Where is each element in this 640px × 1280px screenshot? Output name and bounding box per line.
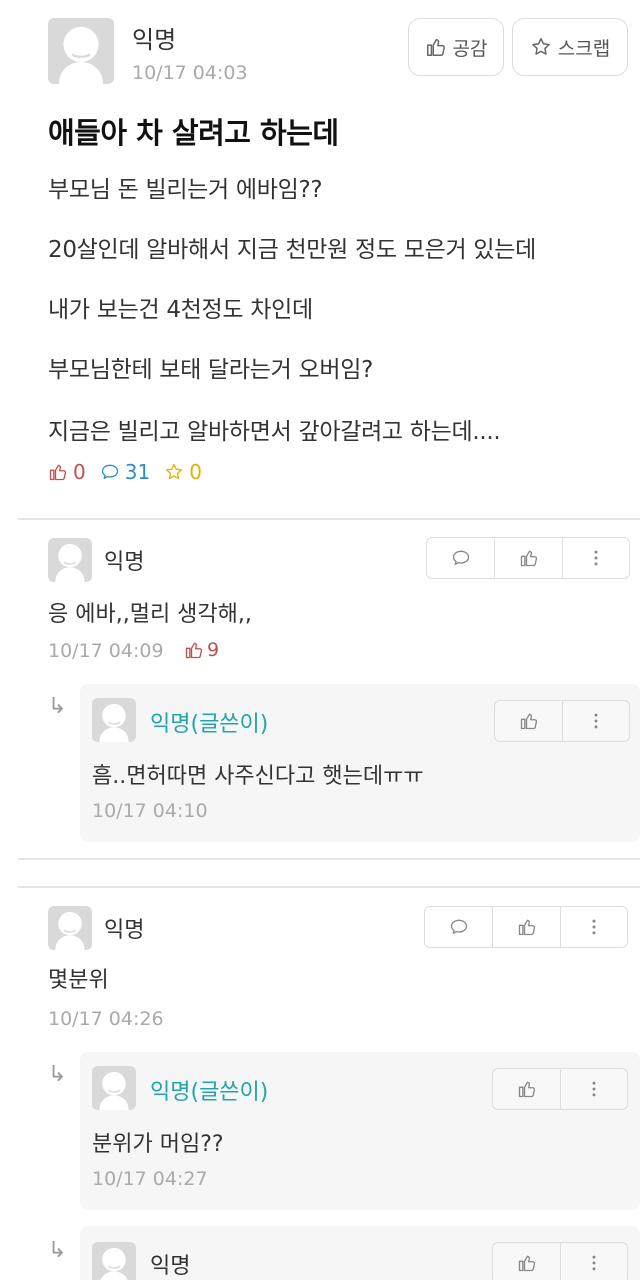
comment-actions	[492, 1068, 628, 1110]
comment-date: 10/17 04:26	[48, 1008, 164, 1030]
comment-date: 10/17 04:10	[92, 800, 208, 822]
anonymous-avatar-icon	[48, 18, 114, 84]
anonymous-avatar-icon	[92, 698, 136, 742]
anonymous-avatar-icon	[48, 538, 92, 582]
more-vertical-icon	[586, 711, 606, 731]
divider	[18, 518, 640, 520]
comment-author: 익명	[104, 918, 145, 943]
avatar	[48, 18, 114, 84]
thumbs-up-icon	[519, 548, 539, 568]
thumbs-up-icon	[517, 917, 537, 937]
comment-like-button[interactable]	[493, 1243, 560, 1280]
post-body-line: 부모님한테 보태 달라는거 오버임?	[48, 357, 373, 383]
speech-bubble-icon	[451, 548, 471, 568]
scrap-count-value: 0	[189, 460, 202, 484]
avatar	[92, 1066, 136, 1110]
avatar	[48, 906, 92, 950]
like-count-value: 0	[73, 460, 86, 484]
reply-button[interactable]	[427, 538, 494, 578]
comment-like-button[interactable]	[492, 907, 559, 947]
scrap-button-label: 스크랩	[557, 37, 611, 60]
post-author: 익명	[132, 26, 177, 54]
comment-date: 10/17 04:09	[48, 640, 164, 662]
comment-text: 분위가 머임??	[92, 1132, 224, 1157]
divider	[18, 886, 640, 888]
more-vertical-icon	[584, 1079, 604, 1099]
reply-button[interactable]	[425, 907, 492, 947]
avatar	[92, 1242, 136, 1280]
comment-author: 익명	[150, 1254, 191, 1279]
comment-like-button[interactable]	[493, 1069, 560, 1109]
speech-bubble-icon	[100, 462, 120, 482]
star-icon	[164, 462, 184, 482]
more-button[interactable]	[559, 907, 627, 947]
post-stats: 0 31 0	[48, 460, 202, 484]
post-body-line: 20살인데 알바해서 지금 천만원 정도 모은거 있는데	[48, 237, 536, 263]
comment-like-count: 9	[184, 639, 219, 661]
more-button[interactable]	[560, 1069, 627, 1109]
like-button-label: 공감	[452, 37, 488, 60]
comment-actions	[492, 1242, 628, 1280]
speech-bubble-icon	[449, 917, 469, 937]
comment-text: 몇분위	[48, 968, 109, 993]
more-button[interactable]	[562, 701, 629, 741]
thumbs-up-icon	[517, 1253, 537, 1273]
comment-actions	[426, 537, 630, 579]
anonymous-avatar-icon	[48, 906, 92, 950]
post-body-line: 부모님 돈 빌리는거 에바임??	[48, 177, 323, 203]
more-vertical-icon	[584, 1253, 604, 1273]
more-vertical-icon	[584, 917, 604, 937]
thumbs-up-icon	[519, 711, 539, 731]
thumbs-up-icon	[425, 36, 447, 58]
comment-author: 익명	[104, 550, 145, 575]
post-date: 10/17 04:03	[132, 62, 248, 84]
thumbs-up-icon	[517, 1079, 537, 1099]
comment-actions	[424, 906, 628, 948]
comment-count: 31	[100, 460, 150, 484]
comment-like-button[interactable]	[494, 538, 561, 578]
like-button[interactable]: 공감	[408, 18, 504, 76]
avatar	[92, 698, 136, 742]
reply: 익명(글쓴이) 분위가 머임?? 10/17 04:27	[80, 1052, 640, 1210]
comment-actions	[494, 700, 630, 742]
star-icon	[530, 36, 552, 58]
anonymous-avatar-icon	[92, 1066, 136, 1110]
comment-like-value: 9	[207, 639, 220, 661]
anonymous-avatar-icon	[92, 1242, 136, 1280]
comment-author-writer: 익명(글쓴이)	[150, 1080, 269, 1105]
post-body-line: 내가 보는건 4천정도 차인데	[48, 297, 313, 323]
post-body-line: 지금은 빌리고 알바하면서 갚아갈려고 하는데....	[48, 419, 501, 445]
comment-author-writer: 익명(글쓴이)	[150, 712, 269, 737]
comment-text: 응 에바,,멀리 생각해,,	[48, 602, 252, 627]
reply: 익명(글쓴이) 흠..면허따면 사주신다고 햇는데ㅠㅠ 10/17 04:10	[80, 684, 640, 842]
comment-like-button[interactable]	[495, 701, 562, 741]
reply-arrow-icon: ↳	[48, 1062, 67, 1087]
reply-arrow-icon: ↳	[48, 1238, 67, 1263]
divider	[18, 858, 640, 860]
thumbs-up-icon	[184, 640, 204, 660]
post-title: 애들아 차 살려고 하는데	[48, 116, 339, 150]
scrap-count: 0	[164, 460, 202, 484]
reply: 익명	[80, 1226, 640, 1280]
more-vertical-icon	[586, 548, 606, 568]
comment-date: 10/17 04:27	[92, 1168, 208, 1190]
more-button[interactable]	[560, 1243, 627, 1280]
comment-text: 흠..면허따면 사주신다고 햇는데ㅠㅠ	[92, 764, 424, 789]
comment-count-value: 31	[124, 460, 151, 484]
thumbs-up-icon	[48, 462, 68, 482]
avatar	[48, 538, 92, 582]
more-button[interactable]	[561, 538, 629, 578]
scrap-button[interactable]: 스크랩	[512, 18, 628, 76]
reply-arrow-icon: ↳	[48, 694, 67, 719]
like-count: 0	[48, 460, 86, 484]
